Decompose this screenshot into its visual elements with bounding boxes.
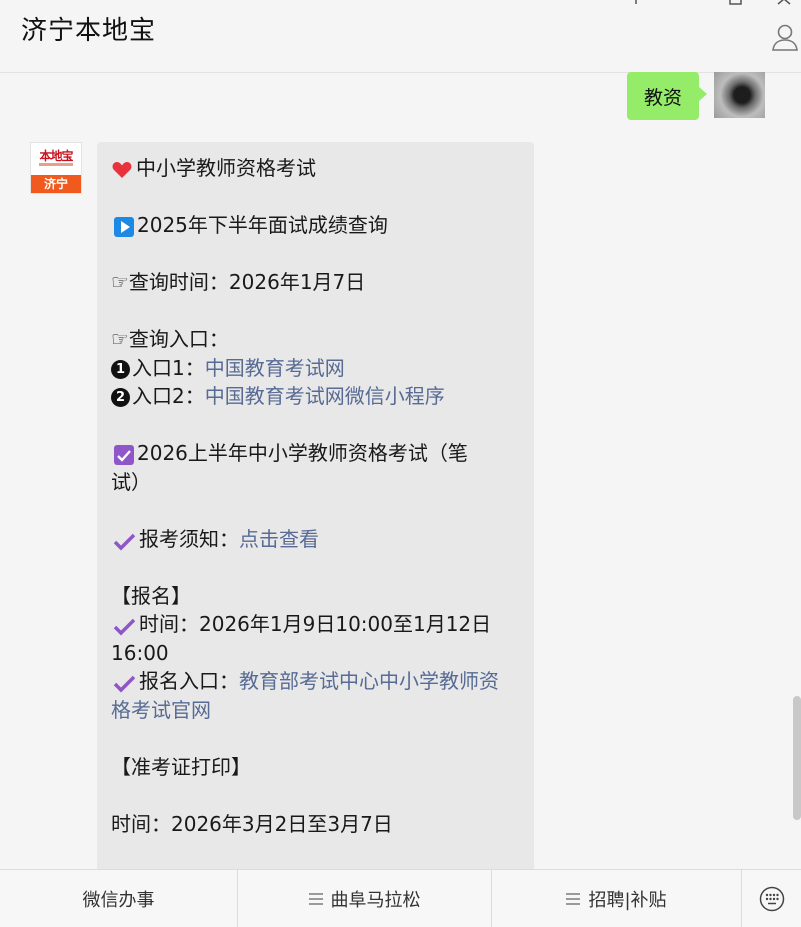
chat-header: 济宁本地宝 [0,0,801,73]
message-line-written-exam-cont: 试） [111,470,151,494]
message-line-written-exam: 2026上半年中小学教师资格考试（笔 [111,439,468,467]
message-line-admission-time: 时间：2026年3月2日至3月7日 [111,812,393,836]
avatar-logo-text: 本地宝 [39,149,73,163]
message-line-query-time: ☞查询时间：2026年1月7日 [111,270,366,294]
my-avatar[interactable] [714,72,765,118]
message-line-query-entry: ☞查询入口： [111,327,229,351]
sent-message-bubble[interactable]: 教资 [627,72,707,120]
avatar-logo-underline [39,163,73,166]
message-line-registration-entry: 报名入口：教育部考试中心中小学教师资 [111,667,499,695]
message-line-interview-results: 2025年下半年面试成绩查询 [111,211,388,239]
message-line-registration-time-cont: 16:00 [111,641,169,665]
message-line-admission-heading: 【准考证打印】 [111,755,251,779]
link-click-view[interactable]: 点击查看 [239,527,319,551]
avatar-logo-city: 济宁 [31,175,81,193]
heart-icon [112,161,132,178]
menu-tab-qufu-marathon[interactable]: 曲阜马拉松 [238,870,492,927]
check-mark-icon [113,533,136,550]
check-mark-icon [113,675,136,692]
number-one-icon: 1 [111,360,130,379]
message-line-registration-heading: 【报名】 [111,584,191,608]
page-title: 济宁本地宝 [21,16,157,46]
message-line-registration-entry-cont: 格考试官网 [111,696,211,724]
bottom-menu-bar: 微信办事 曲阜马拉松 招聘|补贴 [0,869,801,927]
message-line-entry-2: 2 入口2：中国教育考试网微信小程序 [111,382,445,410]
link-neea[interactable]: 中国教育考试网 [205,356,345,380]
chat-scrollbar[interactable] [793,696,801,820]
submenu-icon [566,893,581,905]
message-line-registration-time: 时间：2026年1月9日10:00至1月12日 [111,610,491,638]
menu-tab-jobs-subsidy[interactable]: 招聘|补贴 [492,870,742,927]
pin-icon[interactable] [628,0,644,8]
menu-tab-wechat-services[interactable]: 微信办事 [0,870,238,927]
link-registration-site-cont[interactable]: 格考试官网 [111,698,211,722]
keyboard-toggle-button[interactable] [742,870,801,927]
message-line-entry-1: 1 入口1：中国教育考试网 [111,354,345,382]
check-box-icon [114,444,134,465]
message-line-title: 中小学教师资格考试 [111,154,316,182]
close-icon[interactable] [776,0,792,8]
check-mark-icon [113,618,136,635]
play-icon [114,216,134,237]
link-neea-miniprogram[interactable]: 中国教育考试网微信小程序 [205,384,445,408]
submenu-icon [308,893,323,905]
link-registration-site[interactable]: 教育部考试中心中小学教师资 [239,669,499,693]
keyboard-icon [759,886,784,912]
maximize-icon[interactable] [728,0,744,8]
user-profile-icon[interactable] [770,22,800,52]
official-account-avatar[interactable]: 本地宝 济宁 [30,142,82,194]
message-line-notice: 报考须知：点击查看 [111,525,319,553]
sent-message-text: 教资 [643,86,682,109]
number-two-icon: 2 [111,388,130,407]
